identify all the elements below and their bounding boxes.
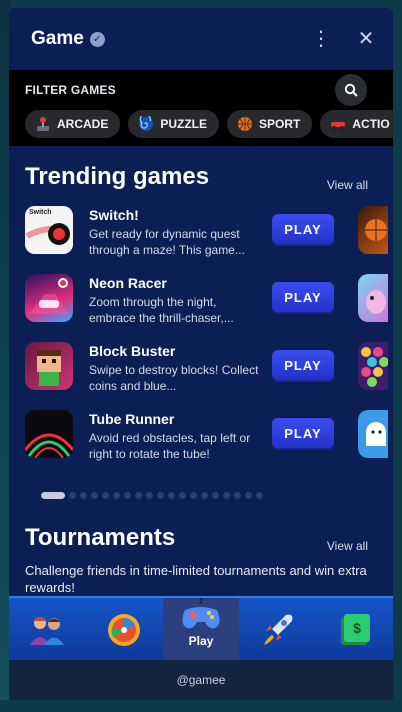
chip-label: ACTIO <box>352 117 390 131</box>
nav-spin-wheel[interactable] <box>86 598 163 660</box>
next-game-thumbnail[interactable] <box>358 206 388 254</box>
neon-car-art-icon <box>29 278 69 314</box>
pagination-dot[interactable] <box>234 492 241 499</box>
pagination-dot[interactable] <box>157 492 164 499</box>
trending-view-all-link[interactable]: View all <box>327 178 368 192</box>
pagination-dot[interactable] <box>190 492 197 499</box>
pagination-dot[interactable] <box>201 492 208 499</box>
pagination-dot[interactable] <box>124 492 131 499</box>
game-name: Block Buster <box>89 343 176 359</box>
tournaments-title: Tournaments <box>25 524 176 551</box>
friends-icon <box>30 617 65 645</box>
nav-rocket[interactable] <box>239 598 316 660</box>
pagination-dot[interactable] <box>135 492 142 499</box>
scroll-content[interactable]: Trending games View all Switch Switch! G… <box>9 146 393 596</box>
nav-play[interactable]: Play <box>162 597 240 660</box>
next-game-thumbnail[interactable] <box>358 342 388 390</box>
money-icon: $ <box>340 614 370 645</box>
pagination-dot[interactable] <box>113 492 120 499</box>
ghost-art-icon <box>366 422 386 446</box>
nav-friends[interactable] <box>9 598 86 660</box>
more-options-icon[interactable]: ⋮ <box>309 29 333 49</box>
nav-play-label: Play <box>188 634 214 648</box>
game-name: Tube Runner <box>89 411 175 427</box>
chip-puzzle[interactable]: PUZZLE <box>128 110 220 138</box>
panel-header: Game ✓ ⋮ ✕ <box>9 8 393 70</box>
game-row-neon-racer[interactable]: Neon Racer Zoom through the night, embra… <box>25 274 393 336</box>
neon-racer-thumbnail[interactable] <box>25 274 73 322</box>
pagination-dot[interactable] <box>91 492 98 499</box>
tournaments-description: Challenge friends in time-limited tourna… <box>25 563 367 595</box>
play-button[interactable]: PLAY <box>272 350 334 380</box>
category-chips: ARCADE PUZZLE SPORT ACTIO <box>25 110 393 138</box>
next-game-thumbnail[interactable] <box>358 274 388 322</box>
joystick-icon <box>37 117 49 131</box>
unicorn-art-icon <box>366 290 386 314</box>
nav-cash[interactable]: $ <box>316 598 393 660</box>
trending-title: Trending games <box>25 163 210 190</box>
chip-sport[interactable]: SPORT <box>227 110 313 138</box>
spiral-icon <box>139 116 154 131</box>
pagination-dot[interactable] <box>168 492 175 499</box>
svg-text:$: $ <box>353 620 361 636</box>
wheel-icon <box>108 614 141 646</box>
pagination-dot-active[interactable] <box>41 492 65 499</box>
background-app-bottom <box>0 700 402 712</box>
chip-action[interactable]: ACTIO <box>320 110 393 138</box>
basketball-icon <box>238 117 253 131</box>
footer-handle: @gamee <box>9 660 393 700</box>
play-button[interactable]: PLAY <box>272 418 334 448</box>
pagination-dot[interactable] <box>69 492 76 499</box>
game-row-block-buster[interactable]: Block Buster Swipe to destroy blocks! Co… <box>25 342 393 404</box>
pagination-dot[interactable] <box>102 492 109 499</box>
game-description: Swipe to destroy blocks! Collect coins a… <box>89 363 259 393</box>
filter-label: FILTER GAMES <box>25 83 116 97</box>
game-description: Get ready for dynamic quest through a ma… <box>89 227 245 257</box>
pagination-dot[interactable] <box>179 492 186 499</box>
panel-title: Game <box>31 28 84 49</box>
bubbles-art-icon <box>361 347 388 387</box>
chip-label: PUZZLE <box>160 117 208 131</box>
rocket-icon <box>263 614 293 645</box>
pixel-character-art-icon <box>37 350 61 386</box>
game-row-switch[interactable]: Switch Switch! Get ready for dynamic que… <box>25 206 393 268</box>
gamepad-icon <box>182 597 220 629</box>
next-game-thumbnail[interactable] <box>358 410 388 458</box>
basketball-art-icon <box>365 219 387 241</box>
tube-art-icon <box>25 433 73 458</box>
switch-thumbnail[interactable]: Switch <box>25 206 73 254</box>
play-button[interactable]: PLAY <box>272 214 334 244</box>
pagination-dot[interactable] <box>223 492 230 499</box>
chip-label: SPORT <box>259 117 301 131</box>
pagination-dot[interactable] <box>245 492 252 499</box>
game-name: Switch! <box>89 207 139 223</box>
game-name: Neon Racer <box>89 275 167 291</box>
chip-label: ARCADE <box>57 117 109 131</box>
pagination-dot[interactable] <box>146 492 153 499</box>
pagination-dot[interactable] <box>80 492 87 499</box>
bottom-nav: Play $ <box>9 596 393 660</box>
pagination-dot[interactable] <box>256 492 263 499</box>
carousel-pagination[interactable] <box>41 492 263 499</box>
car-icon <box>331 122 346 130</box>
verified-badge-icon: ✓ <box>89 31 105 47</box>
tournaments-view-all-link[interactable]: View all <box>327 539 368 553</box>
search-icon <box>344 83 358 97</box>
chip-arcade[interactable]: ARCADE <box>25 110 121 138</box>
tube-runner-thumbnail[interactable] <box>25 410 73 458</box>
game-description: Zoom through the night, embrace the thri… <box>89 295 234 325</box>
game-row-tube-runner[interactable]: Tube Runner Avoid red obstacles, tap lef… <box>25 410 393 472</box>
search-button[interactable] <box>335 74 367 106</box>
close-icon[interactable]: ✕ <box>355 29 377 49</box>
switch-thumbnail-text: Switch <box>29 209 52 216</box>
pagination-dot[interactable] <box>212 492 219 499</box>
game-description: Avoid red obstacles, tap left or right t… <box>89 431 251 461</box>
play-button[interactable]: PLAY <box>272 282 334 312</box>
block-buster-thumbnail[interactable] <box>25 342 73 390</box>
